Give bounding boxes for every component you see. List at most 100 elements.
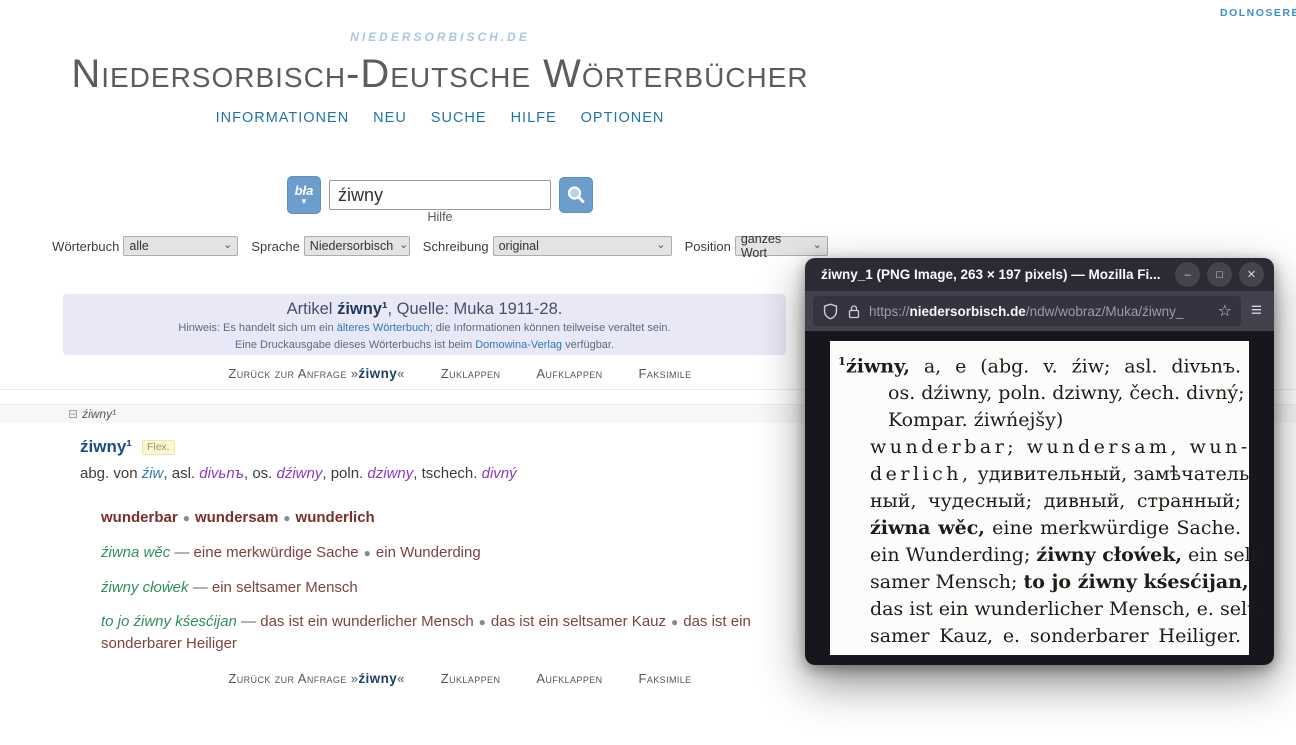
scan-text: Kompar. źiwńejšy) <box>888 409 1063 431</box>
older-dictionary-link[interactable]: älteres Wörterbuch <box>337 322 430 334</box>
minimize-button[interactable]: – <box>1175 262 1200 287</box>
article-info-box: Artikel źiwny¹, Quelle: Muka 1911-28. Hi… <box>63 294 786 355</box>
collapse-all-button[interactable]: Zuklappen <box>441 671 501 686</box>
dictionary-select[interactable]: alle ⌄ <box>123 236 238 256</box>
url-field[interactable]: https://niedersorbisch.de/ndw/wobraz/Muk… <box>813 296 1241 326</box>
example-sorbian-phrase[interactable]: źiwna wěc <box>101 544 170 561</box>
scan-bold: źiwny, <box>846 355 910 377</box>
window-controls: – □ ✕ <box>1175 262 1264 287</box>
special-characters-button[interactable]: bła ▼ <box>287 176 321 214</box>
bookmark-star-icon[interactable]: ☆ <box>1218 301 1232 321</box>
position-select[interactable]: ganzes Wort ⌄ <box>735 236 828 256</box>
dash-separator: — <box>193 579 208 596</box>
bullet-icon: ● <box>474 615 491 629</box>
collapse-all-button[interactable]: Zuklappen <box>441 366 501 381</box>
scan-line: samer Mensch; to jo źiwny kśesćijan, <box>838 569 1241 596</box>
scan-text: eine merkwürdige Sache. <box>985 517 1241 539</box>
filter-language: Sprache Niedersorbisch ⌄ <box>251 236 409 256</box>
filter-row: Wörterbuch alle ⌄ Sprache Niedersorbisch… <box>0 236 880 256</box>
etymology-link-divny-cz[interactable]: divný <box>482 465 517 482</box>
hint-text: verfügbar. <box>562 339 614 351</box>
scan-line: samer Kauz, e. sonderbarer Heiliger. <box>838 623 1241 650</box>
scan-line: 1źiwny, a, e (abg. v. źiw; asl. divьnъ. <box>838 348 1241 380</box>
bullet-icon: ● <box>278 511 295 525</box>
etymology-text: , poln. <box>322 465 367 482</box>
facsimile-button[interactable]: Faksimile <box>639 671 692 686</box>
dash-separator: — <box>241 613 256 630</box>
domowina-verlag-link[interactable]: Domowina-Verlag <box>475 339 562 351</box>
back-label: Zurück zur Anfrage » <box>228 366 358 381</box>
close-button[interactable]: ✕ <box>1239 262 1264 287</box>
scan-sup: 1 <box>838 354 846 368</box>
facsimile-button[interactable]: Faksimile <box>639 366 692 381</box>
select-arrow-icon: ⌄ <box>223 238 232 251</box>
filter-language-label: Sprache <box>251 239 299 254</box>
search-help-link[interactable]: Hilfe <box>0 210 880 224</box>
etymology-link-dziwny-os[interactable]: dźiwny <box>277 465 323 482</box>
collapse-minus-icon: ⊟ <box>68 407 78 421</box>
article-title-word: źiwny¹ <box>337 300 387 318</box>
dictionary-select-value: alle <box>129 239 148 253</box>
article-title-suffix: , Quelle: Muka 1911-28. <box>387 300 562 318</box>
select-arrow-icon: ⌄ <box>656 238 665 251</box>
bullet-icon: ● <box>359 546 376 560</box>
back-query-word: źiwny <box>358 366 397 381</box>
firefox-image-popup-window: źiwny_1 (PNG Image, 263 × 197 pixels) — … <box>805 258 1274 665</box>
select-arrow-icon: ⌄ <box>399 238 408 251</box>
maximize-button[interactable]: □ <box>1207 262 1232 287</box>
etymology-link-ziw[interactable]: źiw <box>142 465 164 482</box>
filter-dictionary-label: Wörterbuch <box>52 239 119 254</box>
scan-text: ein selt- <box>1182 544 1265 566</box>
hamburger-menu-icon[interactable]: ≡ <box>1251 300 1262 322</box>
browser-content-area: 1źiwny, a, e (abg. v. źiw; asl. divьnъ. … <box>805 331 1274 665</box>
window-title: źiwny_1 (PNG Image, 263 × 197 pixels) — … <box>821 267 1175 282</box>
scan-line: źiwna wěc, eine merkwürdige Sache. <box>838 515 1241 542</box>
expand-all-button[interactable]: Aufklappen <box>536 366 602 381</box>
example-german-gloss: eine merkwürdige Sache <box>194 544 359 561</box>
definitions: wunderbar●wundersam●wunderlich źiwna wěc… <box>101 507 794 654</box>
lock-icon[interactable] <box>847 304 861 319</box>
filter-spelling: Schreibung original ⌄ <box>423 236 672 256</box>
nav-suche[interactable]: SUCHE <box>431 110 487 126</box>
article-toolbar-bottom: Zurück zur Anfrage »źiwny« Zuklappen Auf… <box>20 671 900 686</box>
site-domain-link[interactable]: NIEDERSORBISCH.DE <box>0 30 880 44</box>
example-line: to jo źiwny kśesćijan — das ist ein wund… <box>101 611 794 654</box>
search-button[interactable] <box>559 177 593 213</box>
scan-text: wunderbar; wundersam, wun- <box>870 436 1251 458</box>
scan-text: os. dźiwny, poln. dziwny, čech. divný; <box>888 382 1245 404</box>
scan-text: a, e (abg. v. źiw; asl. divьnъ. <box>910 355 1241 377</box>
nav-neu[interactable]: NEU <box>373 110 407 126</box>
shield-icon[interactable] <box>822 303 839 320</box>
gloss-word: wunderbar <box>101 509 178 526</box>
scan-text: das ist ein wunderlicher Mensch, e. selt… <box>870 598 1261 620</box>
etymology-line: abg. von źiw, asl. divьnъ, os. dźiwny, p… <box>80 465 794 482</box>
nav-optionen[interactable]: OPTIONEN <box>581 110 665 126</box>
nav-informationen[interactable]: INFORMATIONEN <box>216 110 350 126</box>
language-select[interactable]: Niedersorbisch ⌄ <box>304 236 410 256</box>
position-select-value: ganzes Wort <box>741 232 807 260</box>
back-to-query-button[interactable]: Zurück zur Anfrage »źiwny« <box>228 366 404 381</box>
back-to-query-button[interactable]: Zurück zur Anfrage »źiwny« <box>228 671 404 686</box>
article-body: źiwny¹ Flex. abg. von źiw, asl. divьnъ, … <box>80 437 794 654</box>
scan-bold: to jo źiwny kśesćijan, <box>1023 571 1248 593</box>
url-text: https://niedersorbisch.de/ndw/wobraz/Muk… <box>869 304 1210 319</box>
page-title: Niedersorbisch-Deutsche Wörterbücher <box>0 52 880 97</box>
hint-text: Hinweis: Es handelt sich um ein <box>178 322 336 334</box>
expand-all-button[interactable]: Aufklappen <box>536 671 602 686</box>
search-input[interactable] <box>329 180 551 210</box>
back-label-close: « <box>397 366 405 381</box>
nav-hilfe[interactable]: HILFE <box>511 110 557 126</box>
scan-text: ein Wunderding; <box>870 544 1036 566</box>
example-sorbian-phrase[interactable]: to jo źiwny kśesćijan <box>101 613 237 630</box>
dolnoserbski-link[interactable]: DOLNOSERBS <box>1220 7 1296 19</box>
page: DOLNOSERBS NIEDERSORBISCH.DE Niedersorbi… <box>0 0 1296 745</box>
window-titlebar[interactable]: źiwny_1 (PNG Image, 263 × 197 pixels) — … <box>805 258 1274 291</box>
etymology-link-divn[interactable]: divьnъ <box>199 465 244 482</box>
scan-text: удивительный, замѣчатель- <box>972 463 1256 485</box>
article-hint-line2: Eine Druckausgabe dieses Wörterbuchs ist… <box>63 338 786 353</box>
spelling-select[interactable]: original ⌄ <box>493 236 672 256</box>
hint-text: ; die Informationen können teilweise ver… <box>430 322 671 334</box>
etymology-link-dziwny-pl[interactable]: dziwny <box>367 465 413 482</box>
flexion-badge[interactable]: Flex. <box>142 440 175 455</box>
example-sorbian-phrase[interactable]: źiwny cłoẃek <box>101 579 189 596</box>
